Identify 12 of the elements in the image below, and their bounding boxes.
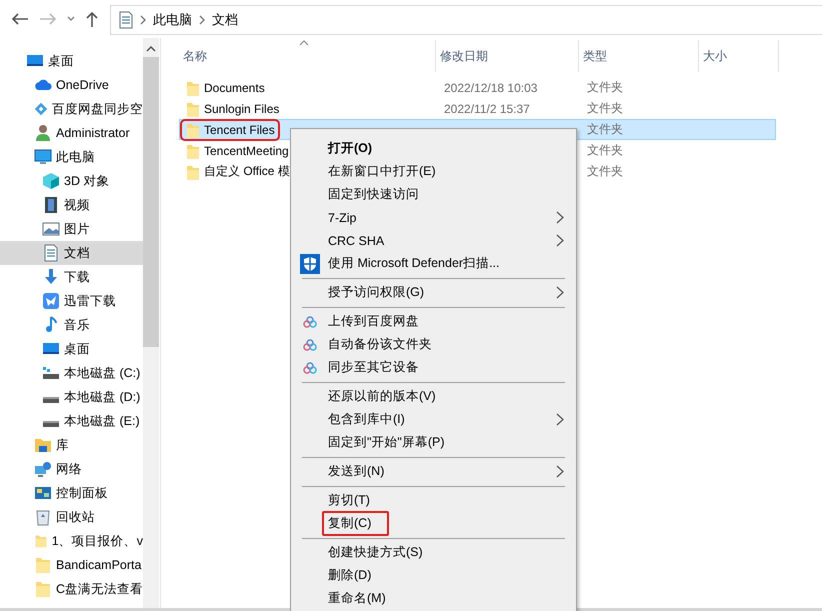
file-name: 自定义 Office 模 [204,163,290,180]
type-cell-text: 文件夹 [586,142,624,159]
file-name: Documents [204,80,265,94]
file-name: Tencent Files [204,122,275,136]
type-cell-text: 文件夹 [586,121,624,138]
type-cell-text: 文件夹 [586,79,624,96]
file-name: TencentMeeting [204,144,289,158]
file-name: Sunlogin Files [204,102,280,116]
type-cell-text: 文件夹 [586,100,624,117]
type-cell-text: 文件夹 [586,163,624,180]
date-cell-text: 2022/11/2 15:37 [443,102,531,116]
date-cell-text: 2022/12/18 10:03 [443,80,538,94]
